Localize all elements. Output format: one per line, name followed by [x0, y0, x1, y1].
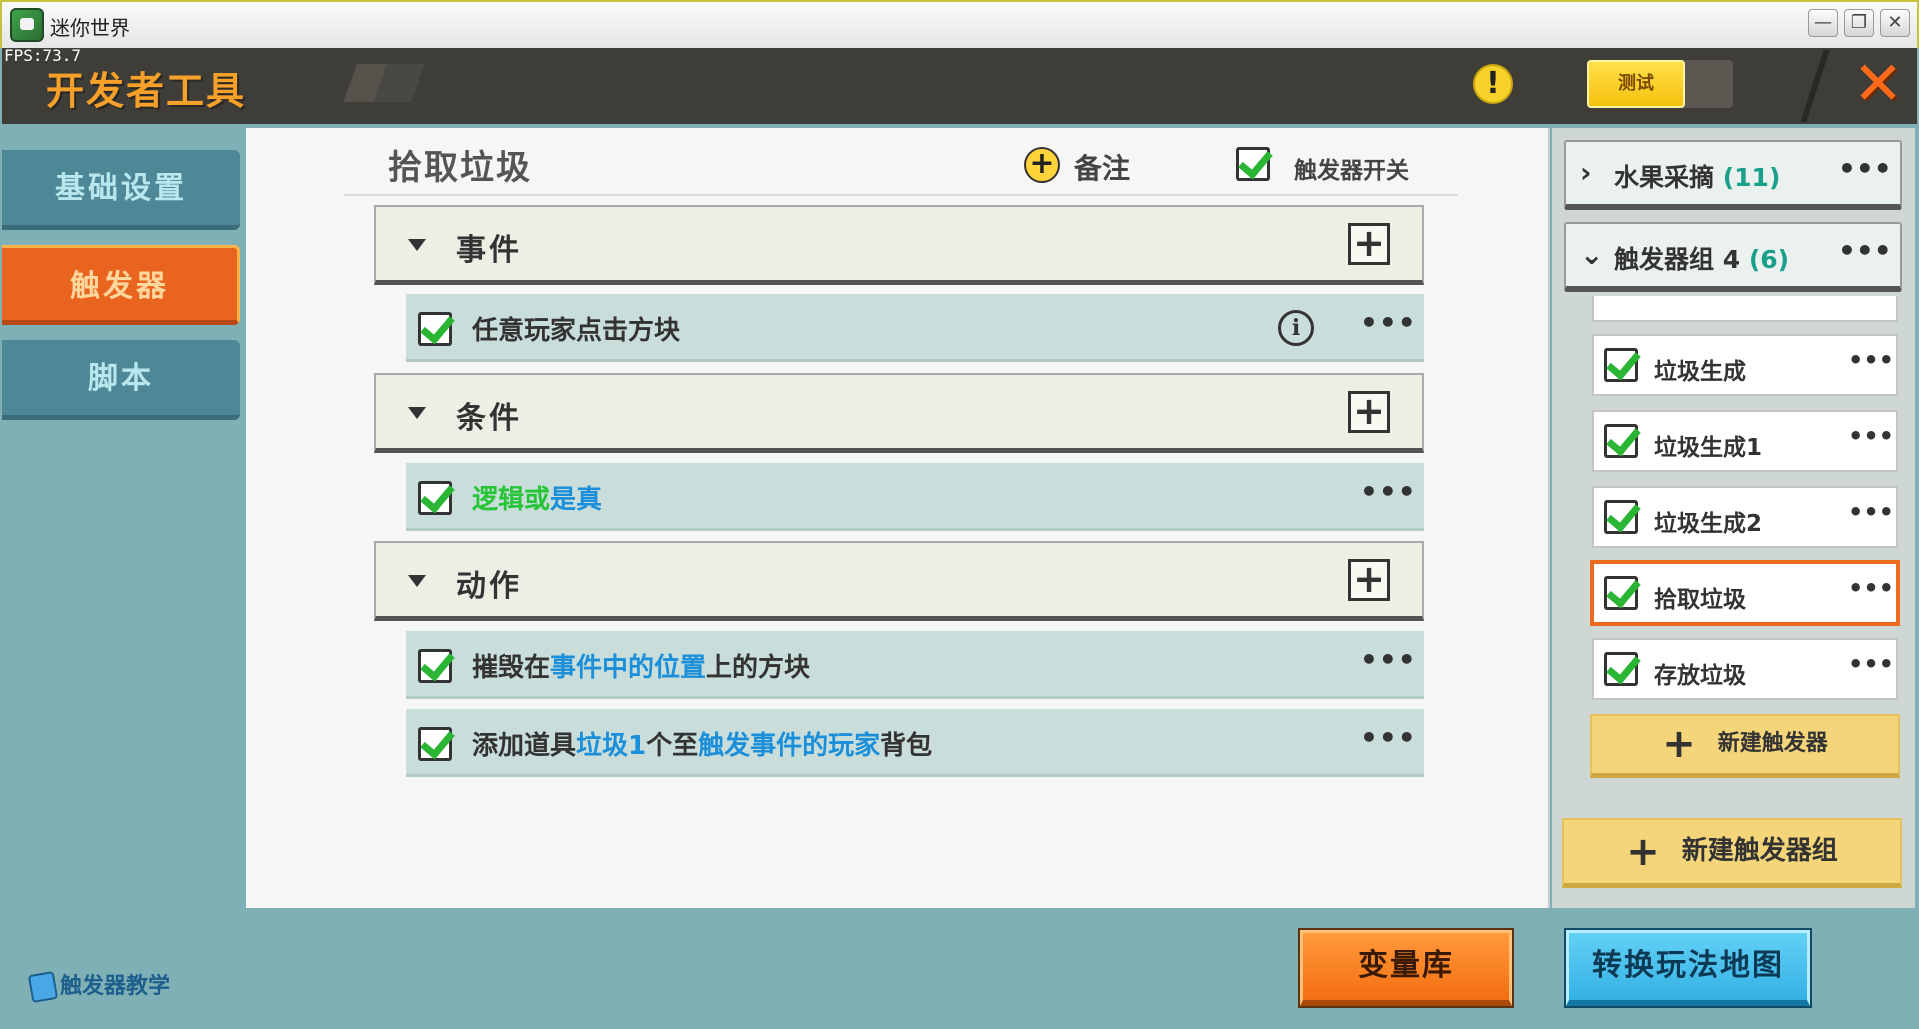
action-row[interactable]: 摧毁在事件中的位置上的方块 ••• [406, 631, 1424, 699]
trigger-item-label: 垃圾生成 [1654, 359, 1746, 385]
trigger-item-checkbox[interactable] [1604, 348, 1638, 382]
trigger-item-label: 拾取垃圾 [1654, 587, 1746, 613]
trigger-item-more-icon[interactable]: ••• [1848, 346, 1894, 374]
trigger-item-more-icon[interactable]: ••• [1848, 422, 1894, 450]
trigger-item-more-icon[interactable]: ••• [1848, 498, 1894, 526]
condition-section-header[interactable]: 条件 + [374, 373, 1424, 453]
restore-button[interactable]: ❐ [1844, 9, 1874, 37]
trigger-item-more-icon[interactable]: ••• [1848, 574, 1894, 602]
trigger-tutorial-link[interactable]: 触发器教学 [27, 968, 171, 1004]
event-row-more-icon[interactable]: ••• [1360, 306, 1417, 339]
group-more-icon[interactable]: ••• [1838, 234, 1892, 267]
trigger-item[interactable]: 垃圾生成 ••• [1592, 334, 1898, 396]
condition-section-label: 条件 [456, 401, 522, 436]
action-row-checkbox[interactable] [418, 649, 452, 683]
new-trigger-button[interactable]: + 新建触发器 [1590, 714, 1900, 778]
add-event-button[interactable]: + [1348, 223, 1390, 265]
add-condition-button[interactable]: + [1348, 391, 1390, 433]
action-section-label: 动作 [456, 569, 522, 604]
event-row[interactable]: 任意玩家点击方块 i ••• [406, 294, 1424, 362]
book-icon [27, 970, 59, 1004]
condition-row-checkbox[interactable] [418, 481, 452, 515]
trigger-item-more-icon[interactable]: ••• [1848, 650, 1894, 678]
trigger-group-4[interactable]: ⌄ 触发器组 4 (6) ••• [1564, 222, 1902, 292]
window-titlebar: 迷你世界 — ❐ ✕ [0, 0, 1919, 48]
app-logo-icon [10, 8, 44, 42]
add-note-icon[interactable]: + [1024, 147, 1060, 183]
condition-row-more-icon[interactable]: ••• [1360, 475, 1417, 508]
plus-icon: + [1626, 828, 1660, 875]
trigger-item-selected[interactable]: 拾取垃圾 ••• [1590, 560, 1900, 626]
trigger-name: 拾取垃圾 [388, 148, 532, 188]
title-divider [344, 194, 1458, 196]
trigger-item[interactable]: 垃圾生成1 ••• [1592, 410, 1898, 472]
tutorial-label: 触发器教学 [60, 974, 171, 999]
trigger-item[interactable]: 存放垃圾 ••• [1592, 638, 1898, 700]
event-row-text[interactable]: 任意玩家点击方块 [472, 310, 680, 347]
warning-icon[interactable]: ! [1473, 64, 1513, 104]
action-row-text[interactable]: 摧毁在事件中的位置上的方块 [472, 647, 810, 684]
variable-library-button[interactable]: 变量库 [1300, 930, 1512, 1006]
trigger-item-label: 存放垃圾 [1654, 663, 1746, 689]
add-action-button[interactable]: + [1348, 559, 1390, 601]
chevron-down-icon[interactable]: ⌄ [1580, 238, 1603, 271]
window-close-button[interactable]: ✕ [1880, 9, 1910, 37]
sidebar-item-scripts[interactable]: 脚本 [2, 340, 240, 420]
chevron-right-icon[interactable]: › [1580, 156, 1592, 189]
fps-counter: FPS:73.7 [4, 46, 82, 65]
action-section-header[interactable]: 动作 + [374, 541, 1424, 621]
page-title: 开发者工具 [46, 69, 247, 113]
trigger-item-label: 垃圾生成2 [1654, 511, 1763, 537]
trigger-item-checkbox[interactable] [1604, 652, 1638, 686]
trigger-item-checkbox[interactable] [1604, 424, 1638, 458]
group-label: 触发器组 4 (6) [1614, 245, 1790, 274]
action-row-checkbox[interactable] [418, 727, 452, 761]
action-row-text[interactable]: 添加道具垃圾1个至触发事件的玩家背包 [472, 725, 932, 762]
convert-map-button[interactable]: 转换玩法地图 [1566, 930, 1810, 1006]
action-row[interactable]: 添加道具垃圾1个至触发事件的玩家背包 ••• [406, 709, 1424, 777]
collapse-triangle-icon[interactable] [408, 575, 426, 587]
trigger-item-checkbox[interactable] [1604, 576, 1638, 610]
action-row-more-icon[interactable]: ••• [1360, 643, 1417, 676]
new-trigger-label: 新建触发器 [1717, 731, 1828, 756]
event-row-checkbox[interactable] [418, 312, 452, 346]
action-row-more-icon[interactable]: ••• [1360, 721, 1417, 754]
trigger-switch-label: 触发器开关 [1294, 158, 1409, 184]
sidebar-item-basic-settings[interactable]: 基础设置 [2, 150, 240, 230]
collapse-triangle-icon[interactable] [408, 407, 426, 419]
note-label[interactable]: 备注 [1074, 147, 1130, 187]
trigger-switch-checkbox[interactable] [1236, 147, 1270, 181]
group-more-icon[interactable]: ••• [1838, 152, 1892, 185]
event-section-label: 事件 [456, 233, 522, 268]
new-trigger-group-label: 新建触发器组 [1681, 836, 1838, 866]
sidebar-item-triggers[interactable]: 触发器 [2, 245, 240, 325]
list-item[interactable] [1592, 296, 1898, 322]
condition-row-text[interactable]: 逻辑或是真 [472, 479, 602, 516]
close-dev-tools-icon[interactable]: ✕ [1850, 54, 1906, 114]
plus-icon: + [1662, 721, 1696, 767]
trigger-item-label: 垃圾生成1 [1654, 435, 1763, 461]
trigger-item-checkbox[interactable] [1604, 500, 1638, 534]
new-trigger-group-button[interactable]: + 新建触发器组 [1562, 818, 1902, 888]
collapse-triangle-icon[interactable] [408, 239, 426, 251]
window-title: 迷你世界 [50, 16, 130, 40]
info-icon[interactable]: i [1278, 310, 1314, 346]
trigger-group-fruit[interactable]: › 水果采摘 (11) ••• [1564, 140, 1902, 210]
minimize-button[interactable]: — [1808, 9, 1838, 37]
event-section-header[interactable]: 事件 + [374, 205, 1424, 285]
test-button[interactable]: 测试 [1587, 60, 1685, 108]
trigger-item[interactable]: 垃圾生成2 ••• [1592, 486, 1898, 548]
group-label: 水果采摘 (11) [1614, 163, 1781, 192]
condition-row[interactable]: 逻辑或是真 ••• [406, 463, 1424, 531]
